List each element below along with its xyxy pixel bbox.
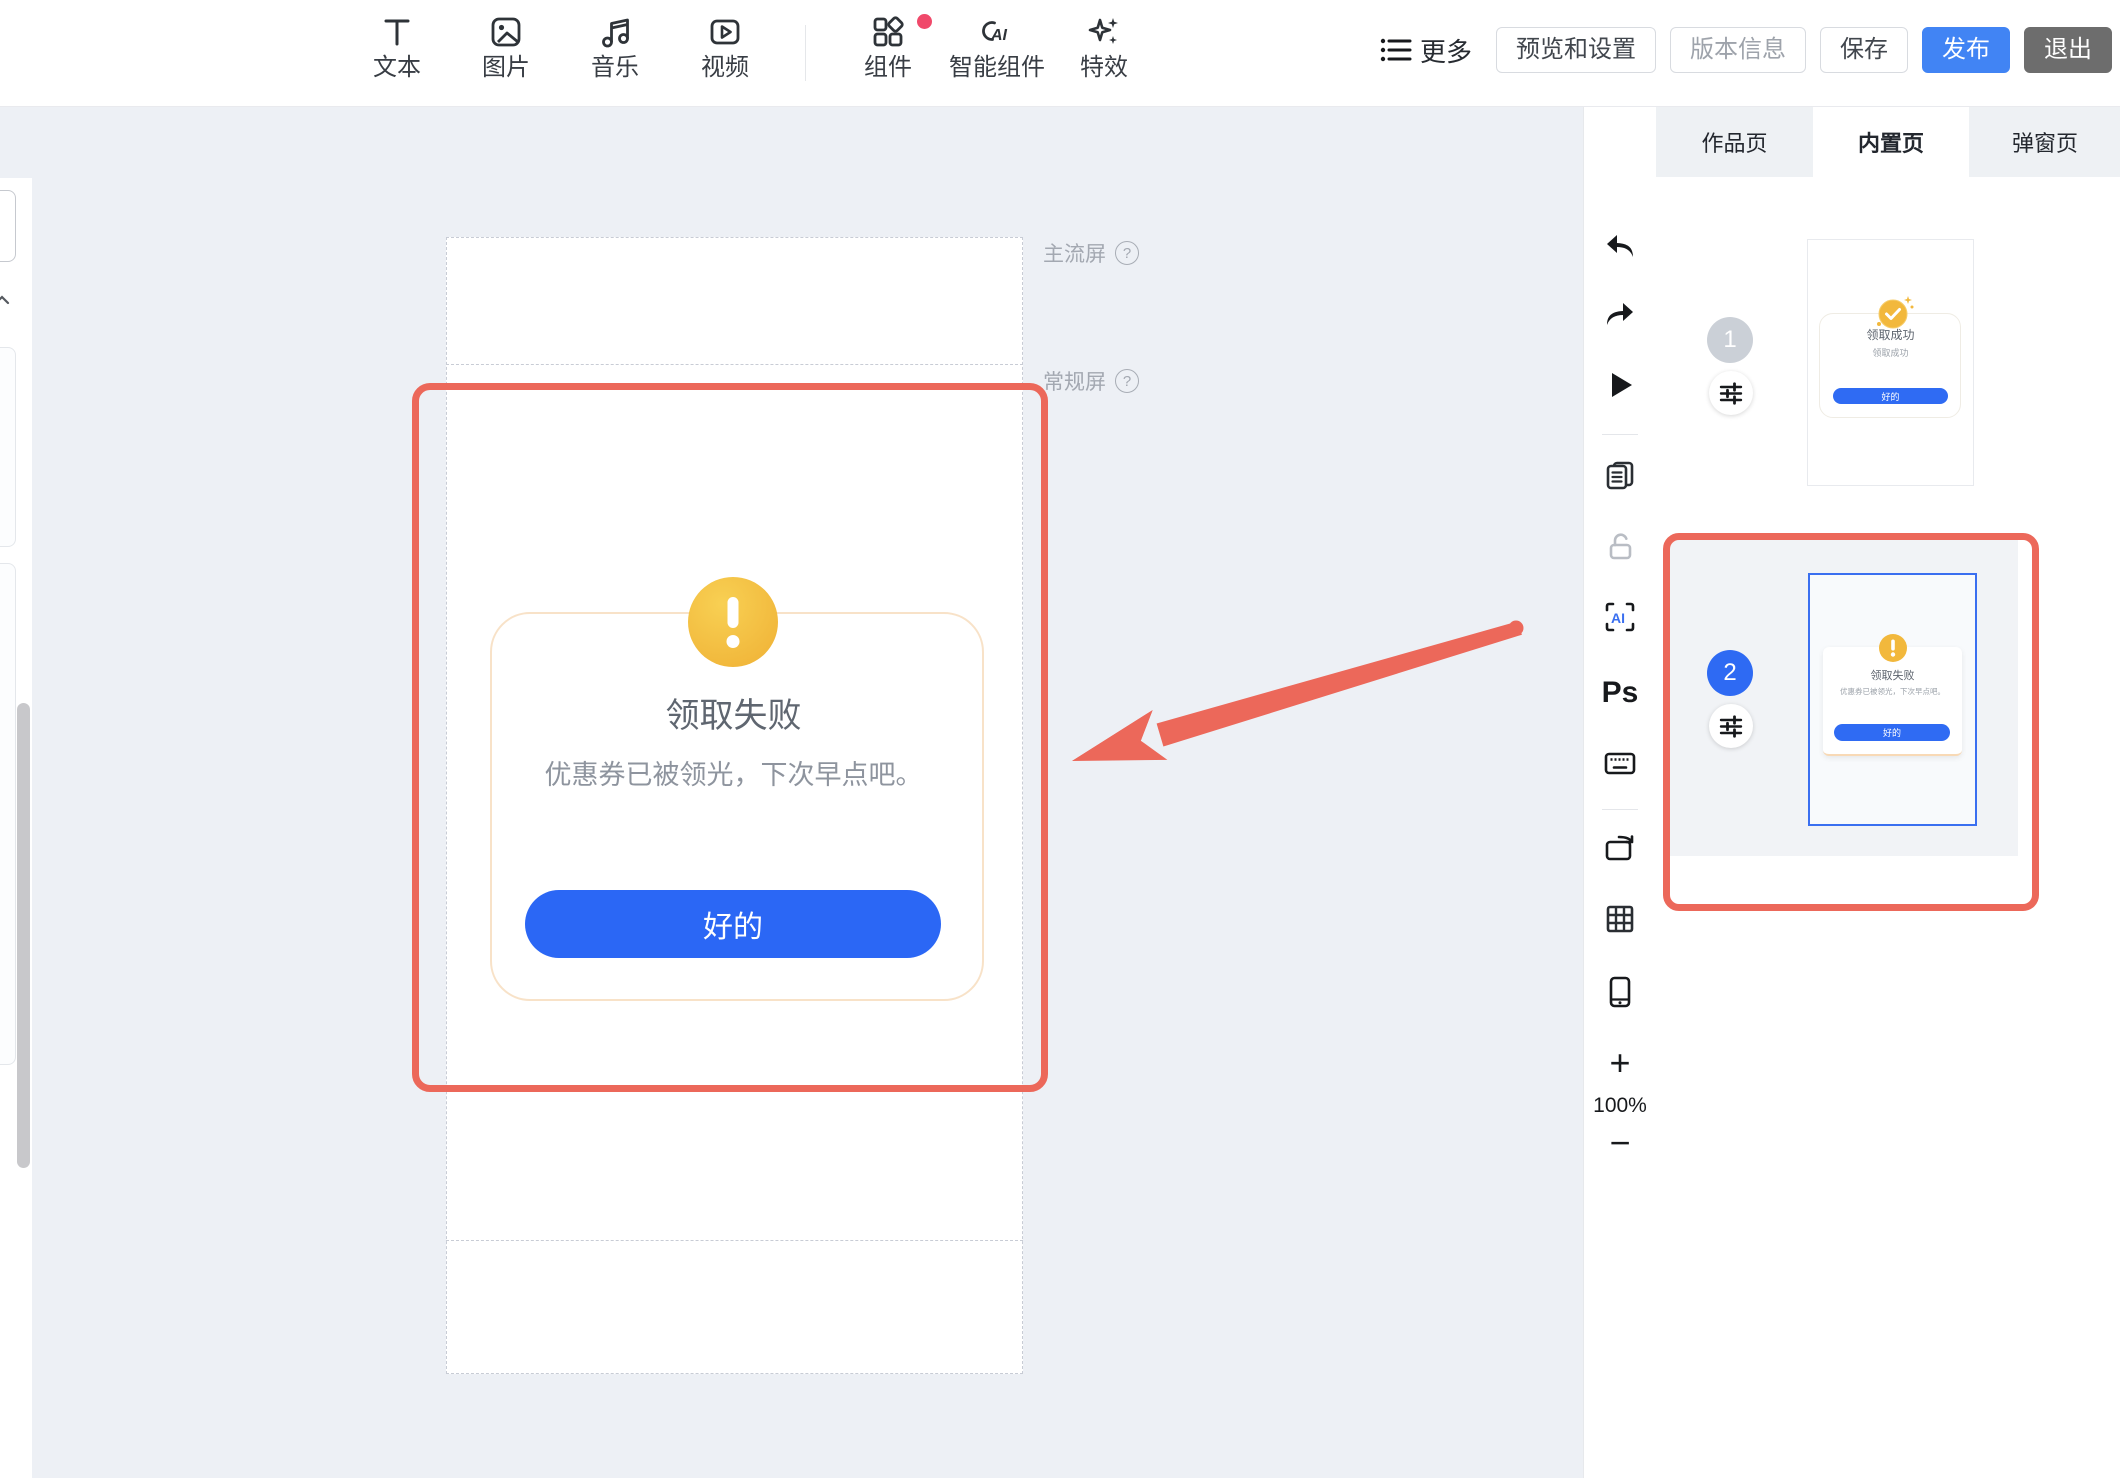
preview-settings-button[interactable]: 预览和设置 xyxy=(1496,27,1656,73)
components-icon xyxy=(869,13,907,51)
save-button[interactable]: 保存 xyxy=(1820,27,1908,73)
keyboard-button[interactable] xyxy=(1601,744,1639,782)
top-toolbar: 文本 图片 音乐 视频 xyxy=(0,0,2120,107)
vertical-scrollbar[interactable] xyxy=(17,703,30,1168)
keyboard-icon xyxy=(1602,745,1638,781)
page-1-thumbnail[interactable]: 领取成功 领取成功 好的 xyxy=(1807,239,1974,486)
tab-work-pages[interactable]: 作品页 xyxy=(1656,106,1813,177)
sliders-icon xyxy=(1718,380,1744,406)
tab-builtin-pages[interactable]: 内置页 xyxy=(1813,106,1969,177)
side-toolbar-divider xyxy=(1602,809,1638,810)
unlock-icon xyxy=(1603,530,1637,564)
help-icon[interactable]: ? xyxy=(1115,369,1139,393)
regular-screen-text: 常规屏 xyxy=(1043,366,1106,396)
grid-icon xyxy=(1603,902,1637,936)
play-icon xyxy=(1604,369,1636,401)
tool-label: 特效 xyxy=(1039,54,1169,82)
zoom-out-button[interactable]: − xyxy=(1584,1124,1656,1162)
pages-copy-button[interactable] xyxy=(1601,456,1639,494)
zoom-level[interactable]: 100% xyxy=(1584,1094,1656,1118)
side-toolbar: AI Ps xyxy=(1583,106,1656,1478)
rotate-screen-button[interactable] xyxy=(1601,829,1639,867)
sparkle-icon xyxy=(1085,13,1123,51)
music-icon xyxy=(596,13,634,51)
annotation-red-box-canvas xyxy=(412,383,1048,1092)
svg-text:AI: AI xyxy=(990,27,1008,44)
ai-text: AI xyxy=(1611,610,1625,626)
redo-icon xyxy=(1603,298,1637,332)
regular-screen-label: 常规屏 ? xyxy=(1043,366,1139,396)
editor-root: 主流屏 ? 常规屏 ? 领取失败 优惠券已被领光，下次早点吧。 好的 文本 xyxy=(0,0,2120,1478)
play-preview-button[interactable] xyxy=(1601,366,1639,404)
bottom-screen-divider xyxy=(446,1240,1023,1241)
undo-button[interactable] xyxy=(1601,228,1639,266)
thumb-ok-button: 好的 xyxy=(1833,388,1948,404)
page-1-settings-button[interactable] xyxy=(1709,371,1753,415)
phone-icon xyxy=(1602,974,1638,1010)
ai-frame-icon: AI xyxy=(1602,599,1638,635)
more-label: 更多 xyxy=(1420,32,1472,69)
left-strip-notch xyxy=(0,106,32,178)
toolbar-actions: 更多 预览和设置 版本信息 保存 发布 退出 xyxy=(1380,27,2112,73)
image-icon xyxy=(487,13,525,51)
rotate-screen-icon xyxy=(1602,830,1638,866)
toolbar-divider xyxy=(805,25,806,81)
ai-tool-button[interactable]: AI xyxy=(1601,598,1639,636)
ai-cloud-icon: AI xyxy=(978,13,1016,51)
question-glyph: ? xyxy=(1123,373,1131,390)
exit-button[interactable]: 退出 xyxy=(2024,27,2112,73)
tab-popup-pages[interactable]: 弹窗页 xyxy=(1969,106,2120,177)
panel-tab-row: 作品页 内置页 弹窗页 xyxy=(1656,106,2120,177)
new-badge-dot xyxy=(917,14,932,29)
cutoff-panel-bottom xyxy=(0,563,16,1065)
unlock-button[interactable] xyxy=(1601,528,1639,566)
help-icon[interactable]: ? xyxy=(1115,241,1139,265)
text-icon xyxy=(378,13,416,51)
question-glyph: ? xyxy=(1123,245,1131,262)
thumb-title: 领取成功 xyxy=(1808,326,1973,343)
cutoff-panel-mid xyxy=(0,347,16,547)
annotation-red-box-panel xyxy=(1663,533,2039,911)
more-button[interactable]: 更多 xyxy=(1380,32,1472,69)
chevron-icon xyxy=(0,293,10,309)
pages-icon xyxy=(1603,458,1637,492)
version-info-button[interactable]: 版本信息 xyxy=(1670,27,1806,73)
mainstream-screen-text: 主流屏 xyxy=(1043,238,1106,268)
side-toolbar-divider xyxy=(1602,434,1638,435)
phone-preview-button[interactable] xyxy=(1601,973,1639,1011)
zoom-in-button[interactable]: + xyxy=(1584,1044,1656,1082)
tool-effects[interactable]: 特效 xyxy=(1039,13,1169,82)
thumb-subtitle: 领取成功 xyxy=(1808,346,1973,359)
video-icon xyxy=(706,13,744,51)
tool-video[interactable]: 视频 xyxy=(660,13,790,82)
grid-button[interactable] xyxy=(1601,900,1639,938)
mainstream-screen-divider xyxy=(446,364,1023,365)
list-icon xyxy=(1380,37,1412,63)
redo-button[interactable] xyxy=(1601,296,1639,334)
page-1-number: 1 xyxy=(1707,317,1753,363)
left-sidebar-strip xyxy=(0,106,32,1478)
publish-button[interactable]: 发布 xyxy=(1922,27,2010,73)
undo-icon xyxy=(1603,230,1637,264)
cutoff-panel-top xyxy=(0,190,16,262)
ps-tool-button[interactable]: Ps xyxy=(1584,674,1656,712)
mainstream-screen-label: 主流屏 ? xyxy=(1043,238,1139,268)
tool-label: 视频 xyxy=(660,54,790,82)
